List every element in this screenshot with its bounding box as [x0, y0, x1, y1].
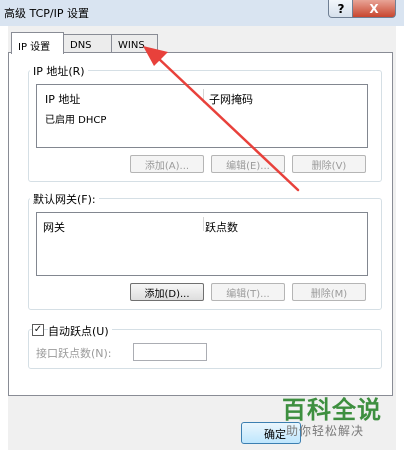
tab-label: DNS [70, 40, 92, 51]
gateway-remove-button[interactable]: 删除(M) [292, 283, 366, 301]
button-label: 添加(D)... [144, 288, 190, 300]
watermark-subtitle: 助你轻松解决 [286, 424, 365, 438]
button-label: 添加(A)... [144, 160, 190, 172]
interface-metric-input[interactable] [133, 343, 207, 361]
button-label: 编辑(T)... [226, 288, 270, 300]
tab-dns[interactable]: DNS [63, 34, 112, 54]
close-icon: X [369, 1, 379, 16]
column-separator [203, 217, 204, 231]
ip-remove-button[interactable]: 删除(V) [292, 155, 366, 173]
close-button[interactable]: X [352, 0, 396, 18]
ip-address-list[interactable]: IP 地址 子网掩码 已启用 DHCP [36, 84, 368, 148]
column-header-gateway[interactable]: 网关 [43, 219, 65, 235]
tab-wins[interactable]: WINS [111, 34, 158, 54]
column-header-ip[interactable]: IP 地址 [45, 91, 80, 107]
button-label: 删除(V) [311, 160, 347, 172]
window-title: 高级 TCP/IP 设置 [4, 7, 89, 20]
automatic-metric-label[interactable]: 自动跃点(U) [48, 323, 112, 339]
watermark-title: 百科全说 [282, 396, 382, 424]
automatic-metric-checkbox[interactable]: ✓ [32, 324, 44, 336]
column-header-metric[interactable]: 跃点数 [205, 219, 238, 235]
watermark: 百科全说 助你轻松解决 [276, 390, 404, 450]
list-item[interactable]: 已启用 DHCP [45, 111, 106, 126]
ip-address-group-label: IP 地址(R) [30, 63, 88, 79]
title-bar: 高级 TCP/IP 设置 ? X [0, 0, 404, 26]
ip-edit-button[interactable]: 编辑(E)... [211, 155, 285, 173]
interface-metric-label: 接口跃点数(N): [36, 347, 112, 360]
tab-label: IP 设置 [18, 42, 51, 53]
tab-ip-settings[interactable]: IP 设置 [11, 32, 64, 54]
column-separator [203, 89, 204, 103]
column-header-subnet[interactable]: 子网掩码 [209, 91, 253, 107]
gateway-edit-button[interactable]: 编辑(T)... [211, 283, 285, 301]
help-button[interactable]: ? [328, 0, 354, 18]
help-icon: ? [337, 1, 345, 16]
gateway-list[interactable]: 网关 跃点数 [36, 212, 368, 276]
gateway-group-label: 默认网关(F): [30, 191, 99, 207]
button-label: 删除(M) [310, 288, 348, 300]
tab-label: WINS [118, 40, 145, 51]
gateway-add-button[interactable]: 添加(D)... [130, 283, 204, 301]
ip-add-button[interactable]: 添加(A)... [130, 155, 204, 173]
button-label: 编辑(E)... [226, 160, 270, 172]
